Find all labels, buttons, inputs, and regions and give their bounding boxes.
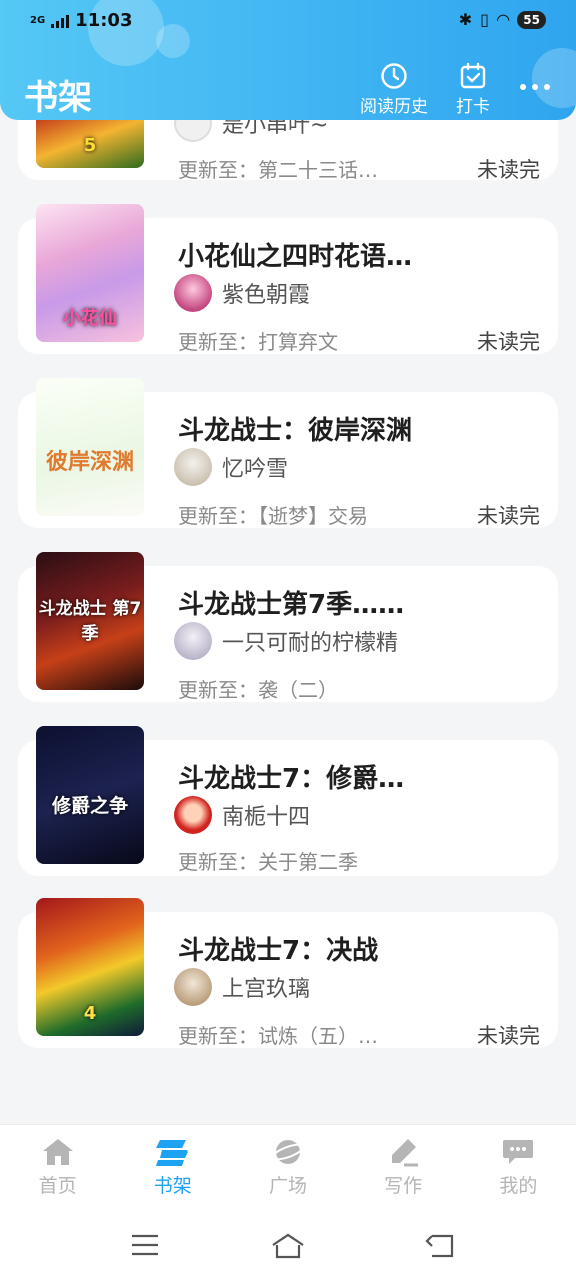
author[interactable]: 一只可耐的柠檬精	[174, 622, 398, 660]
back-icon[interactable]	[424, 1232, 456, 1260]
checkin-button[interactable]: 打卡	[456, 62, 490, 117]
unread-badge: 未读完	[477, 158, 540, 182]
author[interactable]: 忆吟雪	[174, 448, 288, 486]
author[interactable]: 上宫玖璃	[174, 968, 310, 1006]
book-title: 斗龙战士：彼岸深渊	[178, 416, 413, 446]
unread-badge: 未读完	[477, 1024, 540, 1048]
status-bar: 2G 11:03 ✱ ▯ ◠ 55	[0, 8, 576, 36]
book-card[interactable]: 修爵之争 斗龙战士7：修爵… 南栀十四 更新至：关于第二季	[18, 726, 558, 876]
book-card[interactable]: 彼岸深渊 斗龙战士：彼岸深渊 忆吟雪 更新至：【逝梦】交易 未读完	[18, 378, 558, 528]
author[interactable]: 紫色朝霞	[174, 274, 310, 312]
update-text: 更新至：打算弃文	[178, 330, 338, 354]
book-card[interactable]: 小花仙 小花仙之四时花语… 紫色朝霞 更新至：打算弃文 未读完	[18, 204, 558, 354]
nav-home[interactable]: 首页	[0, 1125, 115, 1210]
dot	[520, 84, 526, 90]
reading-history-button[interactable]: 阅读历史	[360, 62, 428, 117]
nav-mine[interactable]: 我的	[461, 1125, 576, 1210]
book-cover: 斗龙战士 第7季	[36, 552, 144, 690]
book-card[interactable]: 斗龙战士 第7季 斗龙战士第7季…… 一只可耐的柠檬精 更新至：袭（二）	[18, 552, 558, 702]
author-avatar	[174, 274, 212, 312]
book-title: 小花仙之四时花语…	[178, 242, 413, 272]
book-cover: 4	[36, 898, 144, 1036]
bluetooth-icon: ✱	[458, 10, 473, 29]
author[interactable]: 南栀十四	[174, 796, 310, 834]
clock-icon	[381, 63, 407, 89]
page-title: 书架	[24, 78, 92, 118]
home-icon	[42, 1139, 73, 1165]
more-button[interactable]	[520, 84, 550, 90]
nav-square[interactable]: 广场	[230, 1125, 345, 1210]
nav-bookshelf[interactable]: 书架	[115, 1125, 230, 1210]
menu-icon[interactable]	[130, 1232, 160, 1258]
author-avatar	[174, 448, 212, 486]
book-cover: 修爵之争	[36, 726, 144, 864]
chat-icon	[503, 1140, 534, 1164]
decor-bubble	[532, 48, 576, 108]
book-title: 斗龙战士7：决战	[178, 936, 379, 966]
update-text: 更新至：【逝梦】交易	[178, 504, 368, 528]
bookshelf-icon	[155, 1140, 188, 1166]
app-header: 2G 11:03 ✱ ▯ ◠ 55 书架 阅读历史 打卡	[0, 0, 576, 120]
system-nav-bar	[0, 1210, 576, 1280]
update-text: 更新至：袭（二）	[178, 678, 338, 702]
update-text: 更新至：试炼（五）…	[178, 1024, 378, 1048]
home-nav-icon[interactable]	[270, 1232, 306, 1260]
dot	[532, 84, 538, 90]
book-card[interactable]: 4 斗龙战士7：决战 上宫玖璃 更新至：试炼（五）… 未读完	[18, 898, 558, 1048]
bottom-nav: 首页 书架 广场 写作 我的	[0, 1124, 576, 1210]
network-type: 2G	[30, 14, 46, 26]
wifi-icon: ◠	[496, 10, 510, 29]
clock: 11:03	[75, 10, 133, 31]
unread-badge: 未读完	[477, 504, 540, 528]
nav-write[interactable]: 写作	[346, 1125, 461, 1210]
book-title: 斗龙战士第7季……	[178, 590, 405, 620]
pen-icon	[392, 1139, 419, 1167]
battery-indicator: 55	[517, 10, 546, 29]
book-cover: 小花仙	[36, 204, 144, 342]
calendar-check-icon	[460, 62, 486, 89]
planet-icon	[271, 1140, 305, 1164]
update-text: 更新至：关于第二季	[178, 850, 358, 874]
author-avatar	[174, 796, 212, 834]
update-text: 更新至：第二十三话…	[178, 158, 378, 182]
author-avatar	[174, 968, 212, 1006]
vibrate-icon: ▯	[480, 10, 489, 29]
author-avatar	[174, 622, 212, 660]
dot	[544, 84, 550, 90]
book-cover: 彼岸深渊	[36, 378, 144, 516]
unread-badge: 未读完	[477, 330, 540, 354]
book-title: 斗龙战士7：修爵…	[178, 764, 405, 794]
signal-icon	[51, 14, 70, 28]
